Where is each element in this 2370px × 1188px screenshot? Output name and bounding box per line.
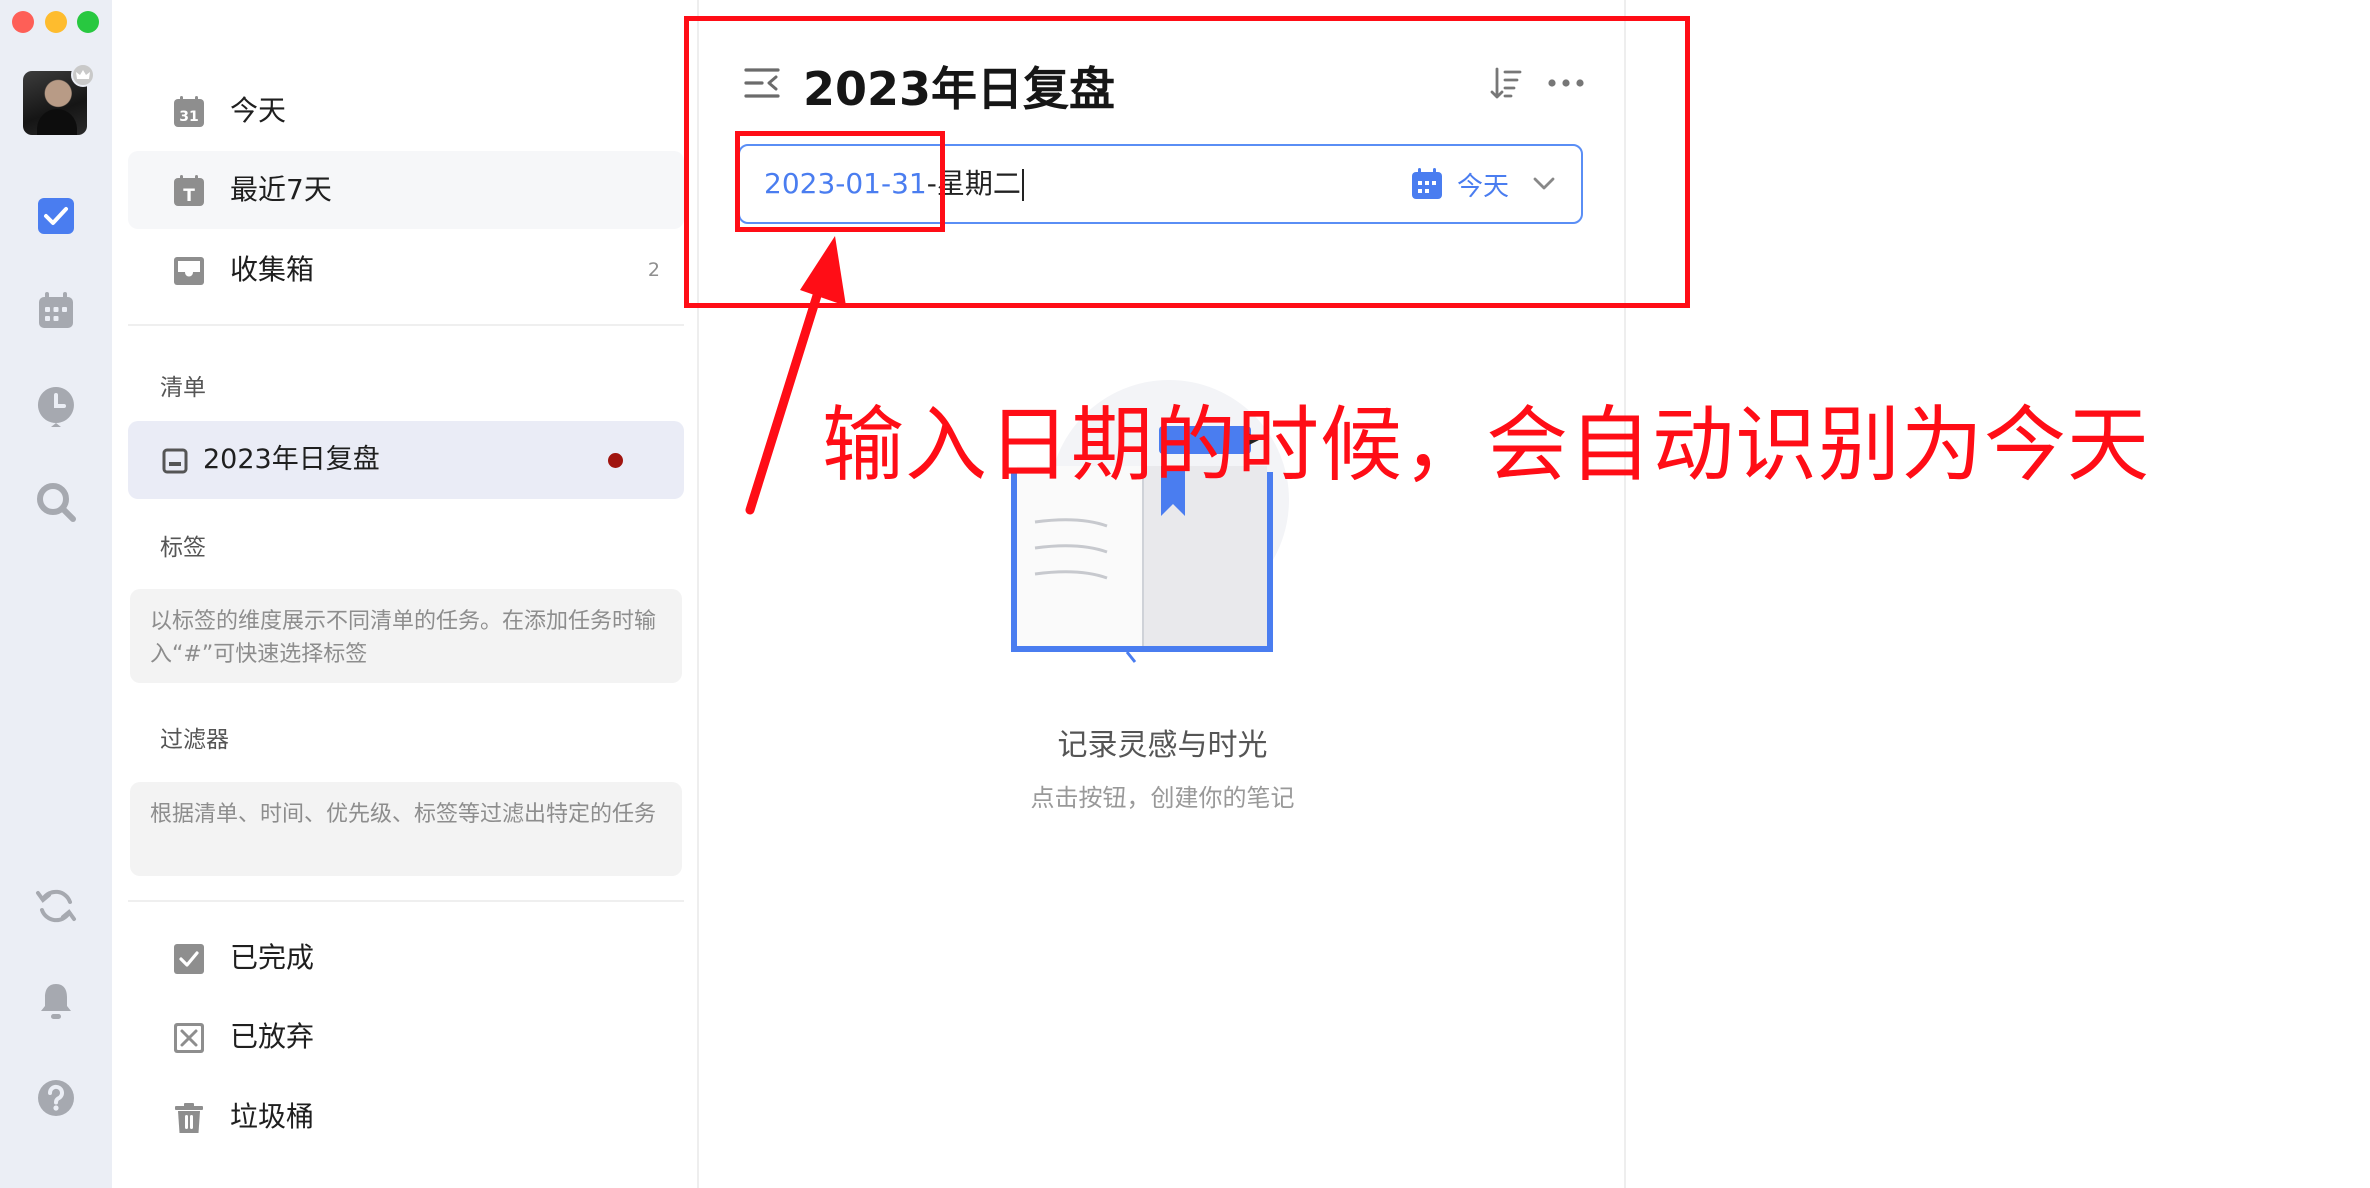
checked-box-icon <box>173 943 205 975</box>
filters-empty-hint: 根据清单、时间、优先级、标签等过滤出特定的任务 <box>130 782 682 876</box>
premium-crown-icon <box>71 63 95 87</box>
sidebar-item-label: 已放弃 <box>230 1020 315 1053</box>
sidebar-item-label: 已完成 <box>230 941 315 974</box>
app-window: 31 今天 T 最近7天 收集箱 2 清单 2023年日复盘 标签 以标签的维度… <box>0 0 2370 1188</box>
calendar-week-icon: T <box>173 175 205 207</box>
clock-icon[interactable] <box>33 383 79 429</box>
sidebar-item-label: 今天 <box>230 94 287 127</box>
bell-icon[interactable] <box>33 978 79 1024</box>
sidebar-item-today[interactable]: 31 今天 <box>128 72 684 150</box>
note-list-icon <box>162 448 188 474</box>
nav-rail <box>0 0 112 1188</box>
list-color-dot <box>608 453 623 468</box>
inbox-count-badge: 2 <box>647 259 660 281</box>
sidebar-item-completed[interactable]: 已完成 <box>128 919 684 997</box>
sidebar-item-abandoned[interactable]: 已放弃 <box>128 998 684 1076</box>
inbox-icon <box>173 255 205 287</box>
sidebar-item-label: 收集箱 <box>230 253 315 286</box>
sidebar-divider <box>128 324 684 326</box>
tags-empty-hint: 以标签的维度展示不同清单的任务。在添加任务时输入“#”可快速选择标签 <box>130 589 682 683</box>
filters-section-title[interactable]: 过滤器 <box>160 720 229 754</box>
search-icon[interactable] <box>33 479 79 525</box>
trash-icon <box>173 1102 205 1134</box>
sidebar: 31 今天 T 最近7天 收集箱 2 清单 2023年日复盘 标签 以标签的维度… <box>112 0 699 1188</box>
window-maximize-button[interactable] <box>77 11 99 33</box>
window-minimize-button[interactable] <box>45 11 67 33</box>
calendar-icon[interactable] <box>33 288 79 334</box>
sidebar-item-next-7-days[interactable]: T 最近7天 <box>128 151 684 229</box>
calendar-number: 31 <box>179 109 198 125</box>
empty-state-subtitle: 点击按钮，创建你的笔记 <box>1030 784 1295 812</box>
calendar-letter: T <box>183 186 195 206</box>
help-icon[interactable] <box>33 1075 79 1121</box>
sidebar-item-inbox[interactable]: 收集箱 2 <box>128 231 684 309</box>
sidebar-item-label: 2023年日复盘 <box>203 444 380 475</box>
sidebar-divider <box>128 900 684 902</box>
sync-icon[interactable] <box>33 883 79 929</box>
annotation-date-box <box>735 131 945 232</box>
annotation-caption: 输入日期的时候，会自动识别为今天 <box>822 398 2151 493</box>
calendar-31-icon: 31 <box>173 96 205 128</box>
task-checkbox-icon[interactable] <box>33 193 79 239</box>
sidebar-item-label: 垃圾桶 <box>230 1100 315 1133</box>
sidebar-item-trash[interactable]: 垃圾桶 <box>128 1078 684 1156</box>
sidebar-item-label: 最近7天 <box>230 173 332 206</box>
sidebar-item-list-2023-review[interactable]: 2023年日复盘 <box>128 421 684 499</box>
cancelled-box-icon <box>173 1022 205 1054</box>
window-close-button[interactable] <box>12 11 34 33</box>
lists-section-title[interactable]: 清单 <box>160 368 206 402</box>
empty-state-title: 记录灵感与时光 <box>1057 728 1268 763</box>
tags-section-title[interactable]: 标签 <box>160 528 206 562</box>
